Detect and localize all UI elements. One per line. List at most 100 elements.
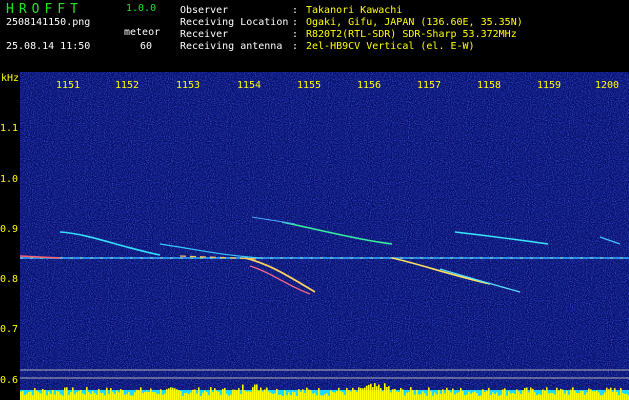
level-bar: [372, 387, 374, 400]
level-bar: [598, 392, 600, 400]
info-colon: :: [292, 41, 299, 52]
level-bar: [520, 393, 522, 400]
level-bar: [486, 391, 488, 400]
level-bar: [460, 387, 462, 400]
level-bar: [514, 393, 516, 400]
level-bar: [370, 383, 372, 400]
level-bar: [452, 388, 454, 400]
level-bar: [120, 389, 122, 400]
level-bar: [52, 389, 54, 400]
level-bar: [256, 384, 258, 400]
level-bar: [548, 393, 550, 400]
level-bar: [322, 395, 324, 400]
level-bar: [104, 395, 106, 400]
level-bar: [456, 392, 458, 400]
level-bar: [42, 388, 44, 400]
level-bar: [90, 393, 92, 400]
level-bar: [388, 386, 390, 400]
level-bar: [618, 395, 620, 400]
y-tick-label: 1.0: [0, 174, 19, 185]
level-bar: [380, 388, 382, 400]
level-bar: [208, 395, 210, 400]
level-bar: [188, 394, 190, 400]
level-bar: [234, 389, 236, 400]
level-bar: [498, 395, 500, 400]
level-bar: [356, 391, 358, 400]
level-bar: [100, 392, 102, 400]
spectrogram-plot: [20, 72, 629, 400]
level-bar: [146, 391, 148, 400]
level-bar: [144, 392, 146, 400]
level-bar: [348, 390, 350, 400]
level-bar: [562, 389, 564, 400]
level-bar: [302, 389, 304, 400]
level-bar: [164, 393, 166, 400]
level-bar: [318, 388, 320, 400]
x-tick-label: 1200: [594, 80, 620, 91]
level-bar: [142, 393, 144, 400]
level-bar: [72, 387, 74, 400]
level-bar: [80, 389, 82, 400]
x-tick-label: 1152: [114, 80, 140, 91]
level-bar: [134, 392, 136, 400]
level-bar: [280, 394, 282, 400]
level-bar: [574, 390, 576, 400]
level-bar: [336, 391, 338, 400]
level-bar: [534, 392, 536, 400]
y-tick-label: 0.6: [0, 375, 19, 386]
level-bar: [126, 393, 128, 400]
level-bar: [554, 394, 556, 400]
level-bar: [110, 388, 112, 400]
level-bar: [68, 394, 70, 400]
level-bar: [606, 387, 608, 400]
level-bar: [218, 391, 220, 400]
level-bar: [88, 391, 90, 400]
level-bar: [428, 387, 430, 400]
level-bar: [106, 387, 108, 400]
level-bar: [156, 393, 158, 400]
level-bar: [58, 391, 60, 400]
level-bar: [172, 387, 174, 400]
level-bar: [316, 395, 318, 400]
mode-label: meteor: [124, 27, 161, 38]
y-tick-label: 0.8: [0, 274, 19, 285]
level-bar: [36, 390, 38, 400]
level-bar: [308, 389, 310, 400]
level-bar: [546, 387, 548, 400]
level-bar: [506, 395, 508, 400]
x-tick-label: 1153: [175, 80, 201, 91]
spectrogram-noise: [20, 72, 629, 400]
level-bar: [252, 387, 254, 400]
level-bar: [290, 395, 292, 400]
level-bar: [320, 395, 322, 400]
level-bar: [468, 391, 470, 400]
level-bar: [284, 390, 286, 400]
level-bar: [450, 392, 452, 400]
level-bar: [40, 393, 42, 400]
level-bar: [138, 390, 140, 400]
file-name: 2508141150.png: [6, 17, 91, 28]
level-bar: [594, 391, 596, 400]
level-bar: [552, 393, 554, 400]
level-bar: [310, 390, 312, 400]
level-bar: [228, 395, 230, 400]
level-bar: [500, 394, 502, 400]
level-bar: [232, 389, 234, 400]
level-bar: [200, 395, 202, 400]
level-bar: [62, 395, 64, 400]
y-tick-label: 1.1: [0, 123, 19, 134]
level-bar: [66, 387, 68, 400]
level-bar: [550, 392, 552, 400]
level-bar: [592, 391, 594, 400]
level-bar: [418, 394, 420, 400]
info-value: Takanori Kawachi: [306, 5, 403, 16]
level-bar: [524, 388, 526, 400]
level-bar: [326, 393, 328, 400]
level-bar: [22, 390, 24, 400]
level-bar: [332, 392, 334, 400]
level-bar: [158, 393, 160, 400]
info-observer: Observer: Takanori Kawachi: [180, 5, 402, 17]
level-bar: [258, 390, 260, 400]
level-bar: [566, 390, 568, 400]
level-bar: [236, 390, 238, 400]
